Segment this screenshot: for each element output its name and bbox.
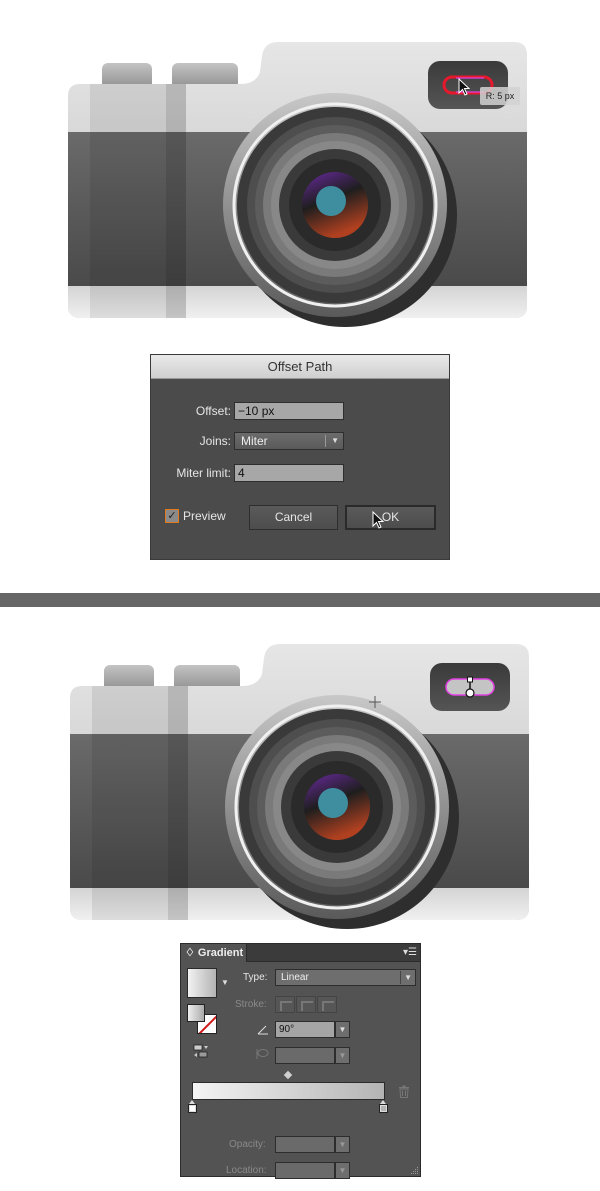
chevron-down-icon: ▼ — [404, 973, 412, 982]
cancel-button[interactable]: Cancel — [249, 505, 338, 530]
swatch-dropdown-icon[interactable]: ▼ — [221, 978, 229, 987]
gradient-midpoint-handle[interactable] — [283, 1070, 293, 1080]
offset-label: Offset: — [195, 404, 231, 418]
joins-row: Joins: Miter ▼ — [151, 431, 451, 451]
joins-value: Miter — [241, 434, 268, 448]
type-label: Type: — [243, 972, 268, 983]
location-dropdown[interactable]: ▼ — [335, 1162, 350, 1179]
gradient-swatch[interactable] — [187, 968, 217, 998]
section-divider — [0, 593, 600, 607]
tab-gradient[interactable]: ♢ Gradient — [181, 944, 247, 962]
ok-button[interactable]: OK — [345, 505, 436, 530]
offset-input[interactable]: −10 px — [234, 402, 344, 420]
stop-color-start — [190, 1106, 195, 1111]
angle-icon — [257, 1025, 268, 1035]
reverse-gradient-icon[interactable] — [193, 1044, 209, 1058]
panel-menu-icon[interactable]: ▾☰ — [403, 944, 417, 962]
hand-grip — [92, 686, 168, 920]
offset-path-dialog: Offset Path Offset: −10 px Joins: Miter … — [150, 354, 450, 560]
offset-row: Offset: −10 px — [151, 401, 451, 421]
stroke-gradient-options — [275, 996, 337, 1013]
aspect-ratio-input[interactable] — [275, 1047, 335, 1064]
stroke-within-button[interactable] — [275, 996, 295, 1013]
hand-grip — [90, 84, 166, 318]
dialog-title: Offset Path — [151, 355, 449, 379]
gradient-type-select[interactable]: Linear ▼ — [275, 969, 416, 986]
joins-label: Joins: — [199, 434, 231, 448]
preview-label: Preview — [183, 509, 226, 523]
aspect-ratio-icon — [256, 1049, 269, 1059]
miter-limit-row: Miter limit: 4 — [151, 463, 451, 483]
lens-highlight — [318, 788, 348, 818]
miter-limit-input[interactable]: 4 — [234, 464, 344, 482]
stroke-across-button[interactable] — [317, 996, 337, 1013]
preview-checkbox[interactable]: ✓ — [165, 509, 179, 523]
fill-stroke-indicator[interactable] — [187, 1004, 219, 1034]
gradient-type-value: Linear — [281, 972, 309, 983]
stroke-along-button[interactable] — [296, 996, 316, 1013]
gradient-slider[interactable] — [192, 1082, 385, 1100]
lens-highlight — [316, 186, 346, 216]
opacity-label: Opacity: — [229, 1139, 266, 1150]
aspect-ratio-dropdown[interactable]: ▼ — [335, 1047, 350, 1064]
gradient-stop-end[interactable] — [379, 1100, 388, 1113]
joins-select[interactable]: Miter ▼ — [234, 432, 344, 450]
opacity-input[interactable] — [275, 1136, 335, 1153]
resize-grip-icon[interactable] — [411, 1167, 419, 1175]
fill-gradient-icon[interactable] — [187, 1004, 205, 1022]
location-label: Location: — [226, 1165, 267, 1176]
camera-illustration-bottom — [70, 644, 529, 929]
angle-dropdown[interactable]: ▼ — [335, 1021, 350, 1038]
miter-limit-label: Miter limit: — [176, 466, 231, 480]
opacity-dropdown[interactable]: ▼ — [335, 1136, 350, 1153]
gradient-stop-start[interactable] — [188, 1100, 197, 1113]
stop-color-end — [381, 1106, 386, 1111]
stroke-label: Stroke: — [235, 999, 267, 1010]
gradient-panel: ♢ Gradient ▾☰ ▼ Type: Linear ▼ Stroke: 9… — [180, 943, 421, 1179]
radius-tooltip: R: 5 px — [480, 87, 520, 105]
trash-icon[interactable] — [398, 1085, 410, 1098]
camera-illustration-top — [68, 42, 527, 327]
chevron-down-icon: ▼ — [331, 436, 339, 445]
angle-input[interactable]: 90° — [275, 1021, 335, 1038]
location-input[interactable] — [275, 1162, 335, 1179]
panel-tab-bar: ♢ Gradient ▾☰ — [181, 944, 420, 962]
